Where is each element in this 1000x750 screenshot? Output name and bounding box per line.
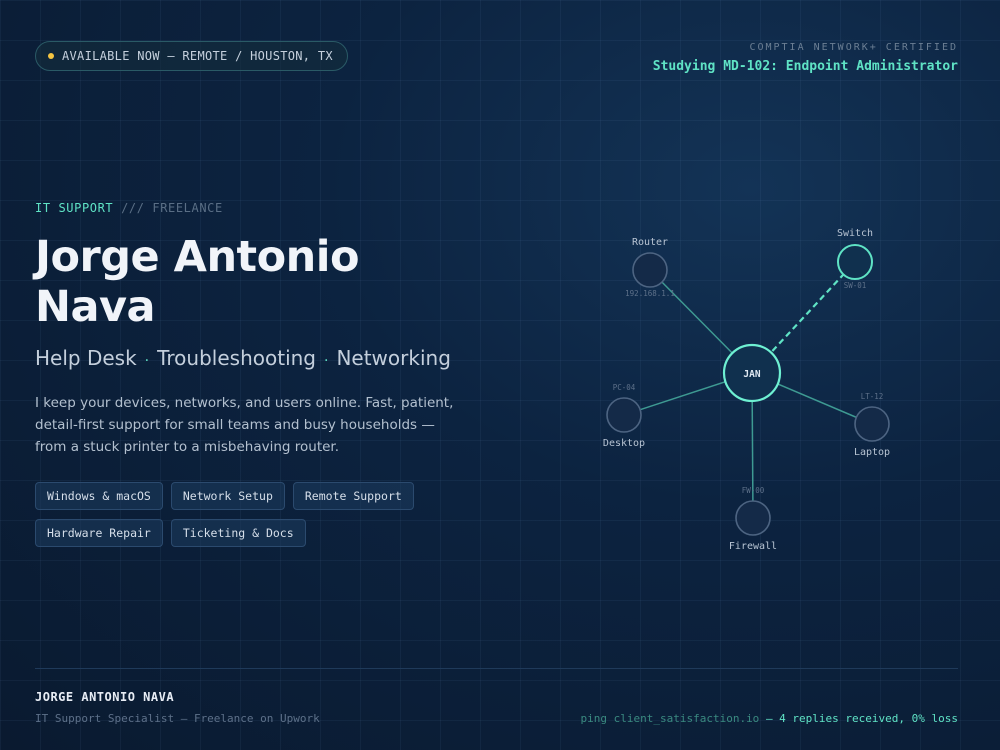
node-laptop: LT-12 Laptop [854, 392, 890, 458]
footer-divider [35, 668, 958, 669]
firewall-icon [735, 500, 771, 536]
router-label: Router [632, 237, 668, 248]
desktop-sub: PC-04 [613, 383, 636, 392]
node-hub: JAN [722, 343, 782, 403]
node-desktop: PC-04 Desktop [603, 383, 645, 449]
node-switch: Switch SW-01 [837, 228, 873, 290]
firewall-label: Firewall [729, 541, 777, 552]
network-diagram: Router 192.168.1.1 Switch SW-01 PC-04 De… [603, 228, 890, 552]
desktop-label: Desktop [603, 438, 645, 449]
footer-ping: ping client_satisfaction.io — 4 replies … [581, 712, 959, 725]
switch-icon [837, 244, 873, 280]
ping-command: ping client_satisfaction.io [580, 712, 760, 725]
laptop-label: Laptop [854, 447, 890, 458]
node-router: Router 192.168.1.1 [625, 237, 675, 298]
hub-label: JAN [743, 369, 760, 380]
laptop-icon [854, 406, 890, 442]
switch-label: Switch [837, 228, 873, 239]
laptop-sub: LT-12 [861, 392, 884, 401]
router-icon [632, 252, 668, 288]
desktop-icon [606, 397, 642, 433]
firewall-sub: FW-00 [742, 486, 765, 495]
footer-role: IT Support Specialist — Freelance on Upw… [35, 712, 320, 725]
footer-name: JORGE ANTONIO NAVA [35, 690, 175, 704]
ping-result: — 4 replies received, 0% loss [765, 712, 958, 725]
switch-sub: SW-01 [844, 281, 867, 290]
router-sub: 192.168.1.1 [625, 289, 675, 298]
